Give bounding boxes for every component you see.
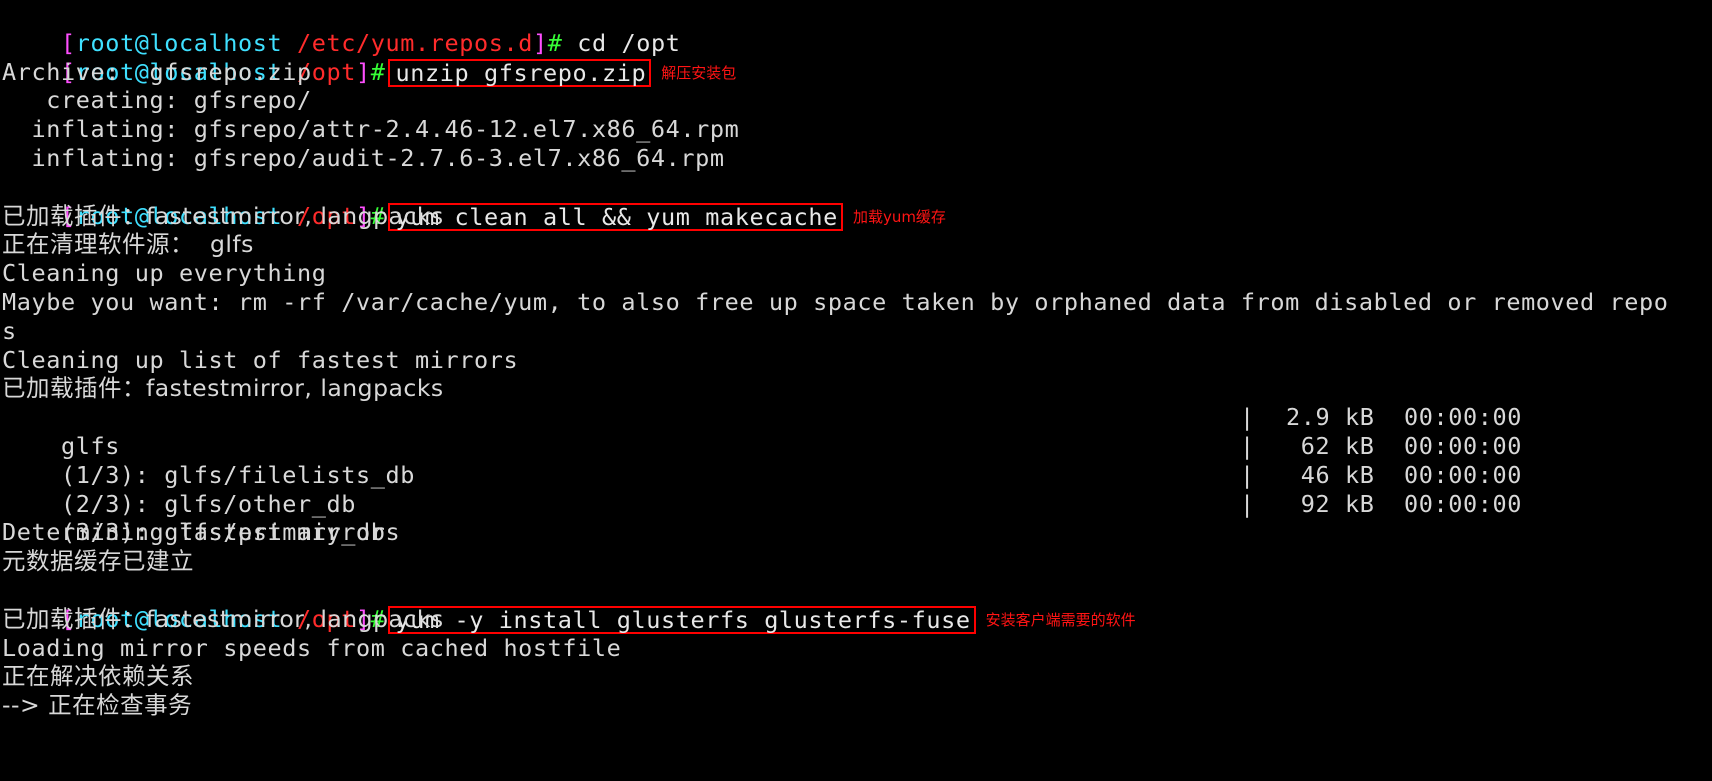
- terminal-line-output: Cleaning up list of fastest mirrors: [2, 345, 519, 374]
- repo-size: 62 kB: [1300, 431, 1375, 460]
- terminal-line-output: 正在清理软件源： glfs: [2, 230, 254, 259]
- repo-download-row: (3/3): glfs/primary_db | 92 kB 00:00:00: [0, 490, 1712, 547]
- repo-download-stats: | 46 kB 00:00:00: [1240, 461, 1522, 490]
- terminal-line-output: Archive: gfsrepo.zip: [2, 57, 312, 86]
- repo-download-row: (1/3): glfs/filelists_db | 62 kB 00:00:0…: [0, 432, 1712, 489]
- terminal-line-output: 正在解决依赖关系: [2, 662, 194, 691]
- repo-time: 00:00:00: [1404, 431, 1522, 460]
- column-separator: |: [1240, 431, 1255, 460]
- repo-download-stats: | 2.9 kB 00:00:00: [1240, 403, 1522, 432]
- terminal-window[interactable]: [root@localhost /etc/yum.repos.d]# cd /o…: [0, 0, 1712, 781]
- repo-size: 2.9 kB: [1286, 403, 1375, 432]
- terminal-bottom-edge: [0, 775, 1712, 781]
- repo-time: 00:00:00: [1404, 489, 1522, 518]
- column-separator: |: [1240, 460, 1255, 489]
- terminal-line-output: 已加载插件：fastestmirror, langpacks: [2, 201, 444, 230]
- repo-size: 92 kB: [1300, 489, 1375, 518]
- terminal-line-output: inflating: gfsrepo/audit-2.7.6-3.el7.x86…: [2, 143, 725, 172]
- column-separator: |: [1240, 489, 1255, 518]
- repo-time: 00:00:00: [1404, 403, 1522, 432]
- terminal-line-prompt: [root@localhost /opt]# yum clean all && y…: [0, 173, 1712, 231]
- terminal-line-output: s: [2, 316, 17, 345]
- terminal-line-output: Cleaning up everything: [2, 259, 327, 288]
- terminal-line-output: inflating: gfsrepo/attr-2.4.46-12.el7.x8…: [2, 115, 740, 144]
- repo-size: 46 kB: [1300, 460, 1375, 489]
- terminal-line-output: Determining fastest mirrors: [2, 518, 401, 547]
- terminal-line-prompt: [root@localhost /opt]# yum -y install glu…: [0, 576, 1712, 634]
- repo-download-stats: | 62 kB 00:00:00: [1240, 432, 1522, 461]
- terminal-line-prompt: [root@localhost /opt]# unzip gfsrepo.zip 解…: [0, 29, 1712, 87]
- terminal-line-output: 元数据缓存已建立: [2, 547, 194, 576]
- repo-download-row: glfs | 2.9 kB 00:00:00: [0, 403, 1712, 460]
- terminal-line-output: --> 正在检查事务: [2, 691, 193, 720]
- terminal-line-output: 已加载插件：fastestmirror, langpacks: [2, 374, 444, 403]
- terminal-line-prompt: [root@localhost /etc/yum.repos.d]# cd /o…: [0, 0, 1712, 57]
- terminal-line-output: creating: gfsrepo/: [2, 86, 312, 115]
- terminal-line-output: Loading mirror speeds from cached hostfi…: [2, 633, 622, 662]
- column-separator: |: [1240, 403, 1255, 432]
- repo-time: 00:00:00: [1404, 460, 1522, 489]
- repo-download-stats: | 92 kB 00:00:00: [1240, 490, 1522, 519]
- repo-download-row: (2/3): glfs/other_db | 46 kB 00:00:00: [0, 461, 1712, 518]
- terminal-line-output: 已加载插件：fastestmirror, langpacks: [2, 604, 444, 633]
- terminal-line-output: Maybe you want: rm -rf /var/cache/yum, t…: [2, 287, 1669, 316]
